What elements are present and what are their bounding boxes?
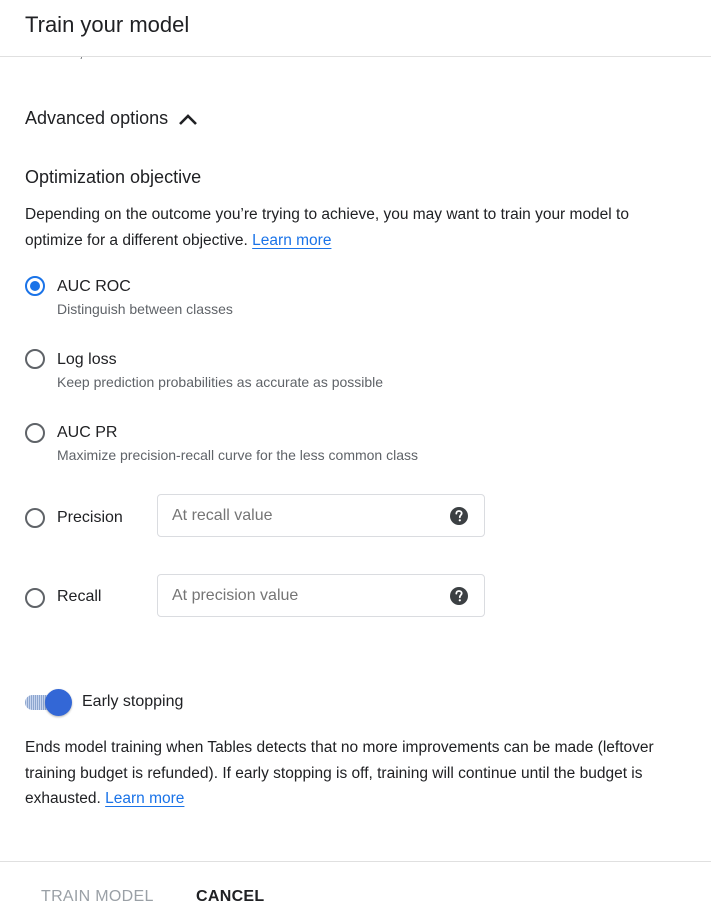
early-stopping-label: Early stopping [82, 693, 184, 710]
early-stopping-learn-more-link[interactable]: Learn more [105, 790, 184, 807]
precision-value-field[interactable] [157, 574, 485, 617]
precision-value-input[interactable] [170, 585, 444, 606]
log-loss-description: Keep prediction probabilities as accurat… [57, 374, 384, 390]
advanced-options-label: Advanced options [25, 108, 169, 128]
optimization-objective-title: Optimization objective [25, 167, 202, 187]
early-stopping-description: Ends model training when Tables detects … [25, 739, 654, 807]
recall-radio[interactable] [25, 588, 45, 608]
train-model-button[interactable]: TRAIN MODEL [41, 888, 154, 906]
log-loss-radio[interactable] [25, 349, 45, 369]
cancel-button[interactable]: CANCEL [196, 888, 264, 906]
precision-label: Precision [57, 509, 123, 526]
chevron-up-icon [179, 113, 198, 125]
auc-pr-description: Maximize precision-recall curve for the … [57, 447, 418, 463]
auc-roc-radio[interactable] [25, 276, 45, 296]
dialog-title: Train your model [25, 12, 190, 37]
learn-more-link[interactable]: Learn more [252, 232, 331, 249]
log-loss-label: Log loss [57, 351, 117, 368]
footer-divider [0, 861, 711, 862]
precision-radio[interactable] [25, 508, 45, 528]
help-icon[interactable] [449, 586, 469, 606]
auc-pr-label: AUC PR [57, 424, 118, 441]
auc-roc-label: AUC ROC [57, 278, 131, 295]
toggle-thumb [45, 689, 72, 716]
recall-value-field[interactable] [157, 494, 485, 537]
early-stopping-toggle[interactable] [25, 688, 73, 716]
auc-pr-radio[interactable] [25, 423, 45, 443]
help-icon[interactable] [449, 506, 469, 526]
recall-label: Recall [57, 588, 102, 605]
dialog-header: Train your model [0, 0, 711, 57]
recall-value-input[interactable] [170, 505, 444, 526]
auc-roc-description: Distinguish between classes [57, 301, 233, 317]
optimization-description: Depending on the outcome you’re trying t… [25, 206, 629, 249]
advanced-options-toggle[interactable]: Advanced options [25, 108, 198, 129]
